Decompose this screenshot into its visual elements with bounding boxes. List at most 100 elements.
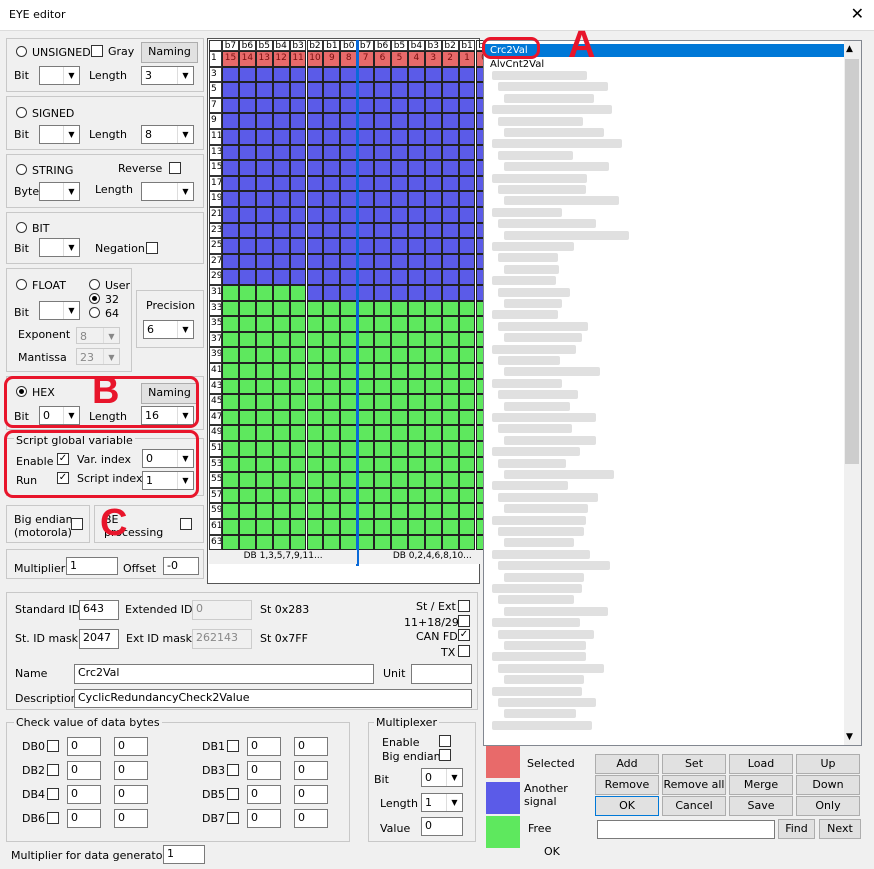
grid-cell[interactable]	[340, 519, 358, 535]
grid-cell[interactable]	[374, 82, 391, 98]
grid-cell[interactable]	[222, 441, 239, 457]
grid-cell[interactable]	[391, 519, 408, 535]
grid-cell[interactable]	[407, 285, 425, 301]
grid-cell[interactable]	[222, 456, 239, 473]
grid-cell[interactable]	[391, 316, 408, 332]
grid-cell[interactable]	[323, 66, 341, 83]
grid-cell[interactable]	[357, 129, 375, 145]
grid-cell[interactable]	[323, 269, 341, 285]
grid-cell[interactable]	[391, 472, 408, 488]
grid-cell[interactable]	[238, 519, 256, 535]
grid-cell[interactable]	[357, 347, 375, 363]
grid-cell[interactable]	[391, 269, 408, 285]
grid-cell[interactable]	[458, 519, 476, 535]
grid-cell[interactable]	[374, 425, 391, 441]
grid-cell[interactable]	[357, 378, 375, 395]
grid-cell[interactable]	[407, 519, 425, 535]
grid-cell[interactable]	[272, 97, 290, 114]
grid-cell[interactable]	[306, 207, 324, 223]
grid-cell[interactable]	[424, 503, 442, 519]
grid-cell[interactable]	[407, 456, 425, 473]
grid-cell[interactable]	[238, 300, 256, 317]
grid-cell[interactable]	[289, 456, 307, 473]
check-db-value-a[interactable]: 0	[247, 785, 281, 804]
grid-cell[interactable]	[238, 409, 256, 426]
grid-cell[interactable]	[391, 144, 408, 161]
grid-cell[interactable]	[222, 66, 239, 83]
grid-cell[interactable]	[272, 441, 290, 457]
grid-cell[interactable]	[407, 207, 425, 223]
grid-cell[interactable]	[306, 144, 324, 161]
grid-cell[interactable]	[424, 456, 442, 473]
grid-cell[interactable]	[458, 487, 476, 504]
grid-cell[interactable]	[289, 425, 307, 441]
grid-cell[interactable]	[424, 253, 442, 270]
grid-cell[interactable]	[441, 175, 459, 192]
grid-cell[interactable]	[374, 472, 391, 488]
grid-cell[interactable]	[306, 222, 324, 239]
grid-cell[interactable]	[306, 363, 324, 379]
grid-cell[interactable]	[458, 394, 476, 410]
grid-cell[interactable]	[458, 238, 476, 254]
grid-cell[interactable]	[222, 394, 239, 410]
grid-cell[interactable]	[323, 300, 341, 317]
grid-cell[interactable]	[441, 394, 459, 410]
grid-cell[interactable]	[323, 191, 341, 207]
grid-cell[interactable]: 4	[407, 51, 425, 67]
grid-cell[interactable]	[458, 300, 476, 317]
grid-cell[interactable]	[238, 441, 256, 457]
grid-cell[interactable]	[340, 363, 358, 379]
grid-cell[interactable]	[340, 409, 358, 426]
float-32-radio[interactable]	[89, 293, 100, 304]
grid-cell[interactable]	[340, 222, 358, 239]
bit-bit-select[interactable]: ▼	[39, 238, 80, 257]
grid-cell[interactable]	[407, 97, 425, 114]
check-db-value-a[interactable]: 0	[67, 785, 101, 804]
grid-cell[interactable]	[255, 425, 273, 441]
grid-cell[interactable]	[424, 129, 442, 145]
grid-cell[interactable]	[424, 425, 442, 441]
grid-cell[interactable]	[272, 191, 290, 207]
grid-cell[interactable]	[441, 300, 459, 317]
grid-cell[interactable]	[289, 175, 307, 192]
grid-cell[interactable]	[272, 456, 290, 473]
grid-cell[interactable]	[391, 300, 408, 317]
grid-cell[interactable]	[458, 253, 476, 270]
grid-cell[interactable]	[255, 222, 273, 239]
grid-cell[interactable]	[255, 300, 273, 317]
bit-grid[interactable]: b7b6b5b4b3b2b1b0b7b6b5b4b3b2b1b010151413…	[207, 38, 506, 584]
grid-cell[interactable]	[441, 97, 459, 114]
grid-cell[interactable]	[306, 66, 324, 83]
grid-cell[interactable]	[255, 487, 273, 504]
grid-cell[interactable]	[458, 363, 476, 379]
grid-cell[interactable]	[357, 113, 375, 129]
check-db-checkbox[interactable]	[227, 740, 239, 752]
grid-cell[interactable]	[357, 207, 375, 223]
grid-cell[interactable]	[255, 191, 273, 207]
grid-cell[interactable]	[424, 300, 442, 317]
mux-value-input[interactable]: 0	[421, 817, 463, 836]
grid-cell[interactable]	[391, 409, 408, 426]
grid-cell[interactable]	[289, 331, 307, 348]
grid-cell[interactable]	[238, 97, 256, 114]
mux-enable-checkbox[interactable]	[439, 735, 451, 747]
grid-cell[interactable]	[340, 66, 358, 83]
grid-cell[interactable]	[323, 441, 341, 457]
check-db-checkbox[interactable]	[47, 740, 59, 752]
big-endian-checkbox[interactable]	[71, 518, 83, 530]
grid-cell[interactable]	[255, 519, 273, 535]
grid-cell[interactable]	[441, 519, 459, 535]
grid-cell[interactable]	[289, 378, 307, 395]
grid-cell[interactable]	[340, 378, 358, 395]
check-db-value-a[interactable]: 0	[247, 809, 281, 828]
grid-cell[interactable]	[458, 285, 476, 301]
grid-cell[interactable]	[458, 378, 476, 395]
grid-cell[interactable]	[306, 331, 324, 348]
grid-cell[interactable]	[458, 66, 476, 83]
only-button[interactable]: Only	[796, 796, 860, 816]
grid-cell[interactable]	[255, 316, 273, 332]
grid-cell[interactable]	[424, 238, 442, 254]
grid-cell[interactable]	[374, 534, 391, 551]
grid-cell[interactable]	[391, 207, 408, 223]
grid-cell[interactable]	[374, 113, 391, 129]
